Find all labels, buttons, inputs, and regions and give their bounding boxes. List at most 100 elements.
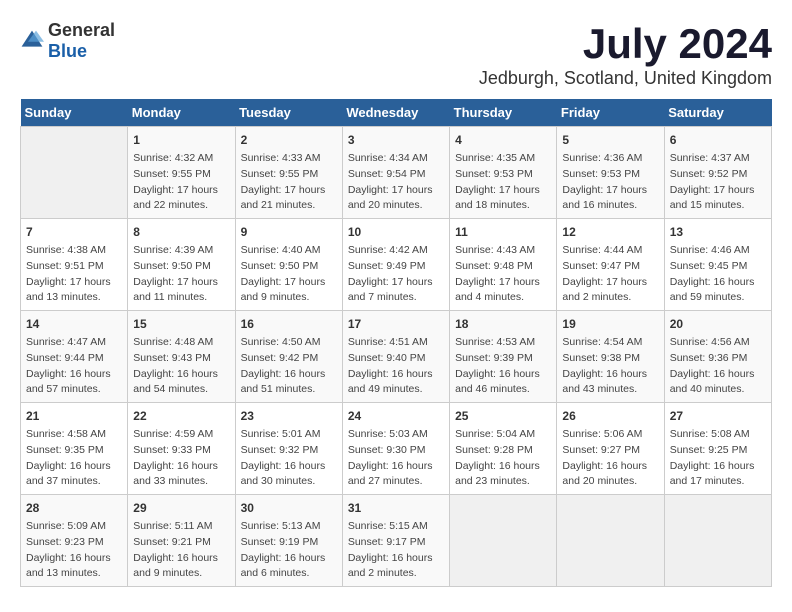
cell-sun-info: Sunrise: 4:37 AMSunset: 9:52 PMDaylight:…: [670, 151, 766, 214]
cell-sun-info: Sunrise: 4:44 AMSunset: 9:47 PMDaylight:…: [562, 243, 658, 306]
calendar-cell: 28 Sunrise: 5:09 AMSunset: 9:23 PMDayligh…: [21, 495, 128, 587]
day-number: 19: [562, 315, 658, 333]
day-number: 17: [348, 315, 444, 333]
day-number: 11: [455, 223, 551, 241]
calendar-cell: 1 Sunrise: 4:32 AMSunset: 9:55 PMDaylight…: [128, 127, 235, 219]
calendar-cell: [21, 127, 128, 219]
cell-sun-info: Sunrise: 5:08 AMSunset: 9:25 PMDaylight:…: [670, 427, 766, 490]
cell-sun-info: Sunrise: 4:47 AMSunset: 9:44 PMDaylight:…: [26, 335, 122, 398]
day-number: 20: [670, 315, 766, 333]
calendar-cell: 29Sunrise: 5:11 AMSunset: 9:21 PMDayligh…: [128, 495, 235, 587]
calendar-week-1: 1 Sunrise: 4:32 AMSunset: 9:55 PMDaylight…: [21, 127, 772, 219]
day-number: 4: [455, 131, 551, 149]
calendar-week-2: 7 Sunrise: 4:38 AMSunset: 9:51 PMDaylight…: [21, 219, 772, 311]
cell-sun-info: Sunrise: 4:36 AMSunset: 9:53 PMDaylight:…: [562, 151, 658, 214]
calendar-cell: 2Sunrise: 4:33 AMSunset: 9:55 PMDaylight…: [235, 127, 342, 219]
cell-sun-info: Sunrise: 4:50 AMSunset: 9:42 PMDaylight:…: [241, 335, 337, 398]
logo-blue: Blue: [48, 41, 87, 61]
day-header-sunday: Sunday: [21, 99, 128, 127]
day-header-thursday: Thursday: [450, 99, 557, 127]
logo-general: General: [48, 20, 115, 40]
cell-sun-info: Sunrise: 5:04 AMSunset: 9:28 PMDaylight:…: [455, 427, 551, 490]
logo: General Blue: [20, 20, 115, 62]
cell-sun-info: Sunrise: 5:13 AMSunset: 9:19 PMDaylight:…: [241, 519, 337, 582]
calendar-cell: [557, 495, 664, 587]
day-number: 30: [241, 499, 337, 517]
calendar-cell: 18Sunrise: 4:53 AMSunset: 9:39 PMDayligh…: [450, 311, 557, 403]
calendar-week-3: 14 Sunrise: 4:47 AMSunset: 9:44 PMDayligh…: [21, 311, 772, 403]
day-number: 31: [348, 499, 444, 517]
cell-sun-info: Sunrise: 5:01 AMSunset: 9:32 PMDaylight:…: [241, 427, 337, 490]
calendar-cell: 25Sunrise: 5:04 AMSunset: 9:28 PMDayligh…: [450, 403, 557, 495]
day-number: 28: [26, 499, 122, 517]
day-number: 14: [26, 315, 122, 333]
day-header-tuesday: Tuesday: [235, 99, 342, 127]
day-header-wednesday: Wednesday: [342, 99, 449, 127]
calendar-header: SundayMondayTuesdayWednesdayThursdayFrid…: [21, 99, 772, 127]
day-number: 7: [26, 223, 122, 241]
calendar-cell: [450, 495, 557, 587]
calendar-week-4: 21Sunrise: 4:58 AMSunset: 9:35 PMDayligh…: [21, 403, 772, 495]
calendar-cell: 15Sunrise: 4:48 AMSunset: 9:43 PMDayligh…: [128, 311, 235, 403]
calendar-cell: 19 Sunrise: 4:54 AMSunset: 9:38 PMDayligh…: [557, 311, 664, 403]
calendar-cell: 23 Sunrise: 5:01 AMSunset: 9:32 PMDayligh…: [235, 403, 342, 495]
day-number: 9: [241, 223, 337, 241]
calendar-cell: 14 Sunrise: 4:47 AMSunset: 9:44 PMDayligh…: [21, 311, 128, 403]
calendar-cell: 13 Sunrise: 4:46 AMSunset: 9:45 PMDayligh…: [664, 219, 771, 311]
cell-sun-info: Sunrise: 4:34 AMSunset: 9:54 PMDaylight:…: [348, 151, 444, 214]
cell-sun-info: Sunrise: 5:15 AMSunset: 9:17 PMDaylight:…: [348, 519, 444, 582]
cell-sun-info: Sunrise: 4:32 AMSunset: 9:55 PMDaylight:…: [133, 151, 229, 214]
day-number: 2: [241, 131, 337, 149]
page-header: General Blue July 2024 Jedburgh, Scotlan…: [20, 20, 772, 89]
day-number: 12: [562, 223, 658, 241]
cell-sun-info: Sunrise: 4:40 AMSunset: 9:50 PMDaylight:…: [241, 243, 337, 306]
day-number: 16: [241, 315, 337, 333]
calendar-cell: 7 Sunrise: 4:38 AMSunset: 9:51 PMDaylight…: [21, 219, 128, 311]
calendar-table: SundayMondayTuesdayWednesdayThursdayFrid…: [20, 99, 772, 587]
calendar-cell: 20Sunrise: 4:56 AMSunset: 9:36 PMDayligh…: [664, 311, 771, 403]
day-number: 18: [455, 315, 551, 333]
day-number: 1: [133, 131, 229, 149]
cell-sun-info: Sunrise: 4:54 AMSunset: 9:38 PMDaylight:…: [562, 335, 658, 398]
cell-sun-info: Sunrise: 4:46 AMSunset: 9:45 PMDaylight:…: [670, 243, 766, 306]
day-number: 13: [670, 223, 766, 241]
calendar-cell: 27 Sunrise: 5:08 AMSunset: 9:25 PMDayligh…: [664, 403, 771, 495]
cell-sun-info: Sunrise: 5:09 AMSunset: 9:23 PMDaylight:…: [26, 519, 122, 582]
calendar-cell: 16 Sunrise: 4:50 AMSunset: 9:42 PMDayligh…: [235, 311, 342, 403]
day-number: 27: [670, 407, 766, 425]
day-number: 21: [26, 407, 122, 425]
calendar-cell: 30 Sunrise: 5:13 AMSunset: 9:19 PMDayligh…: [235, 495, 342, 587]
calendar-cell: 31 Sunrise: 5:15 AMSunset: 9:17 PMDayligh…: [342, 495, 449, 587]
cell-sun-info: Sunrise: 4:48 AMSunset: 9:43 PMDaylight:…: [133, 335, 229, 398]
day-header-saturday: Saturday: [664, 99, 771, 127]
calendar-cell: 24Sunrise: 5:03 AMSunset: 9:30 PMDayligh…: [342, 403, 449, 495]
calendar-cell: 11Sunrise: 4:43 AMSunset: 9:48 PMDayligh…: [450, 219, 557, 311]
cell-sun-info: Sunrise: 4:35 AMSunset: 9:53 PMDaylight:…: [455, 151, 551, 214]
location-subtitle: Jedburgh, Scotland, United Kingdom: [479, 68, 772, 89]
calendar-cell: 9 Sunrise: 4:40 AMSunset: 9:50 PMDaylight…: [235, 219, 342, 311]
day-number: 3: [348, 131, 444, 149]
calendar-cell: 4 Sunrise: 4:35 AMSunset: 9:53 PMDaylight…: [450, 127, 557, 219]
day-number: 22: [133, 407, 229, 425]
day-number: 8: [133, 223, 229, 241]
calendar-cell: 5Sunrise: 4:36 AMSunset: 9:53 PMDaylight…: [557, 127, 664, 219]
cell-sun-info: Sunrise: 5:11 AMSunset: 9:21 PMDaylight:…: [133, 519, 229, 582]
logo-icon: [20, 29, 44, 53]
day-header-friday: Friday: [557, 99, 664, 127]
calendar-cell: 6 Sunrise: 4:37 AMSunset: 9:52 PMDaylight…: [664, 127, 771, 219]
month-year-title: July 2024: [479, 20, 772, 68]
day-number: 10: [348, 223, 444, 241]
cell-sun-info: Sunrise: 4:51 AMSunset: 9:40 PMDaylight:…: [348, 335, 444, 398]
calendar-cell: 3 Sunrise: 4:34 AMSunset: 9:54 PMDaylight…: [342, 127, 449, 219]
cell-sun-info: Sunrise: 4:38 AMSunset: 9:51 PMDaylight:…: [26, 243, 122, 306]
calendar-cell: 17 Sunrise: 4:51 AMSunset: 9:40 PMDayligh…: [342, 311, 449, 403]
cell-sun-info: Sunrise: 4:39 AMSunset: 9:50 PMDaylight:…: [133, 243, 229, 306]
calendar-body: 1 Sunrise: 4:32 AMSunset: 9:55 PMDaylight…: [21, 127, 772, 587]
calendar-cell: 12 Sunrise: 4:44 AMSunset: 9:47 PMDayligh…: [557, 219, 664, 311]
day-number: 6: [670, 131, 766, 149]
calendar-cell: 21Sunrise: 4:58 AMSunset: 9:35 PMDayligh…: [21, 403, 128, 495]
calendar-cell: 8 Sunrise: 4:39 AMSunset: 9:50 PMDaylight…: [128, 219, 235, 311]
title-block: July 2024 Jedburgh, Scotland, United Kin…: [479, 20, 772, 89]
day-number: 23: [241, 407, 337, 425]
cell-sun-info: Sunrise: 5:03 AMSunset: 9:30 PMDaylight:…: [348, 427, 444, 490]
